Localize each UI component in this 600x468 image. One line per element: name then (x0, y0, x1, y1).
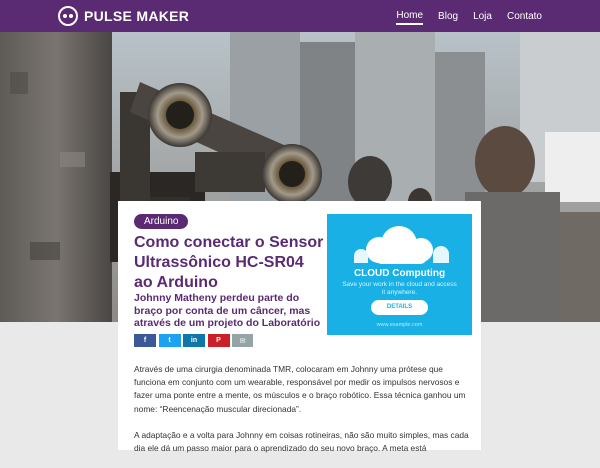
ad-url[interactable]: www.example.com (327, 322, 472, 328)
robot-face-icon (58, 6, 78, 26)
nav-item-loja[interactable]: Loja (473, 9, 492, 24)
site-logo[interactable]: PULSE MAKER (58, 6, 189, 26)
ad-title: CLOUD Computing (353, 268, 446, 279)
email-icon: ✉ (239, 337, 246, 345)
article-card: Arduino Como conectar o Sensor Ultrassôn… (118, 201, 481, 453)
ad-subtitle: Save your work in the cloud and access i… (342, 281, 457, 296)
article-paragraph: Através de uma cirurgia denominada TMR, … (134, 364, 466, 414)
nav-item-contato[interactable]: Contato (507, 9, 542, 24)
category-tag[interactable]: Arduino (134, 214, 189, 229)
cloud-icon (354, 226, 449, 264)
share-bar: f t in P ✉ (134, 334, 256, 347)
pinterest-icon: P (216, 337, 221, 344)
facebook-icon: f (143, 337, 147, 344)
facebook-share-button[interactable]: f (134, 334, 156, 347)
nav-item-home[interactable]: Home (396, 8, 424, 25)
email-share-button[interactable]: ✉ (232, 334, 253, 347)
article-paragraph: A adaptação e a volta para Johnny em coi… (134, 429, 469, 454)
twitter-share-button[interactable]: t (158, 334, 181, 347)
linkedin-icon: in (190, 337, 198, 344)
top-navbar: PULSE MAKER Home Blog Loja Contato (0, 0, 600, 32)
site-name: PULSE MAKER (84, 8, 190, 24)
article-title: Como conectar o Sensor Ultrassônico HC-S… (134, 234, 324, 291)
cloud-ad-banner[interactable]: CLOUD Computing Save your work in the cl… (327, 214, 472, 335)
article-body: Através de uma cirurgia denominada TMR, … (134, 363, 474, 468)
twitter-icon: t (168, 337, 171, 344)
ad-details-button[interactable]: DETAILS (371, 300, 428, 315)
pinterest-share-button[interactable]: P (207, 334, 230, 347)
article-subtitle: Johnny Matheny perdeu parte do braço por… (134, 292, 321, 329)
nav-item-blog[interactable]: Blog (438, 9, 458, 24)
linkedin-share-button[interactable]: in (183, 334, 205, 347)
main-nav: Home Blog Loja Contato (381, 0, 542, 32)
